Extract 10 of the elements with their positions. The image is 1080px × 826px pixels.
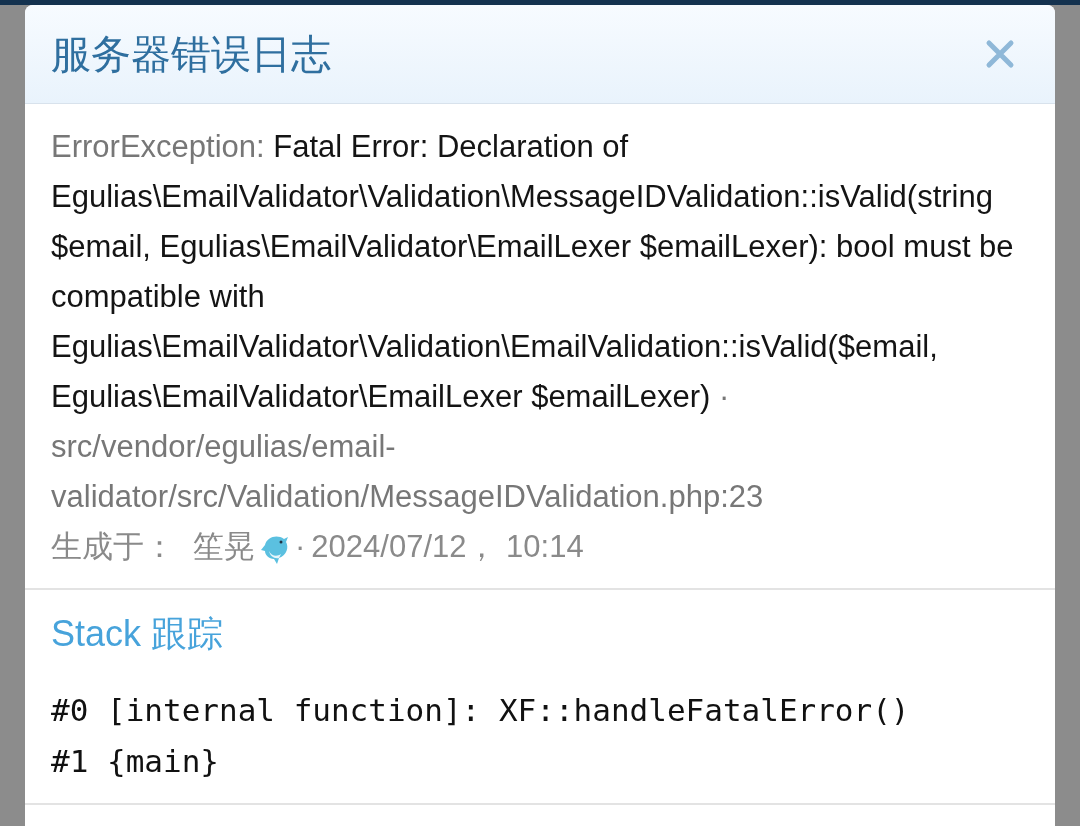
stack-trace-line: #1 {main} <box>51 742 220 781</box>
timestamp: 2024/07/12， 10:14 <box>311 528 584 566</box>
generated-label: 生成于： <box>51 528 175 566</box>
stack-trace-line: #0 [internal function]: XF::handleFatalError() <box>51 691 911 730</box>
user-name[interactable]: 笙晃 <box>193 522 255 572</box>
section-title: Stack 跟踪 <box>50 612 225 656</box>
separator-dot: · <box>295 528 306 566</box>
error-message: ErrorException: Fatal Error: Declaration of Egulias\EmailValidator\Validation\MessageIDValidation::isValid(string $email, Egulias\EmailValidator\EmailLexer $emailLexer): bool must be compatible with Egulias\EmailValidator\Validation\EmailValidation::isValid($email, Egulias\EmailValidator\EmailLexer $emailLexer) · src/vendor/egulias/email-validator/src/Validation/MessageIDValidation.php:23 <box>51 128 1015 516</box>
close-icon[interactable] <box>985 39 1015 69</box>
dialog-title: 服务器错误日志 <box>51 30 331 78</box>
